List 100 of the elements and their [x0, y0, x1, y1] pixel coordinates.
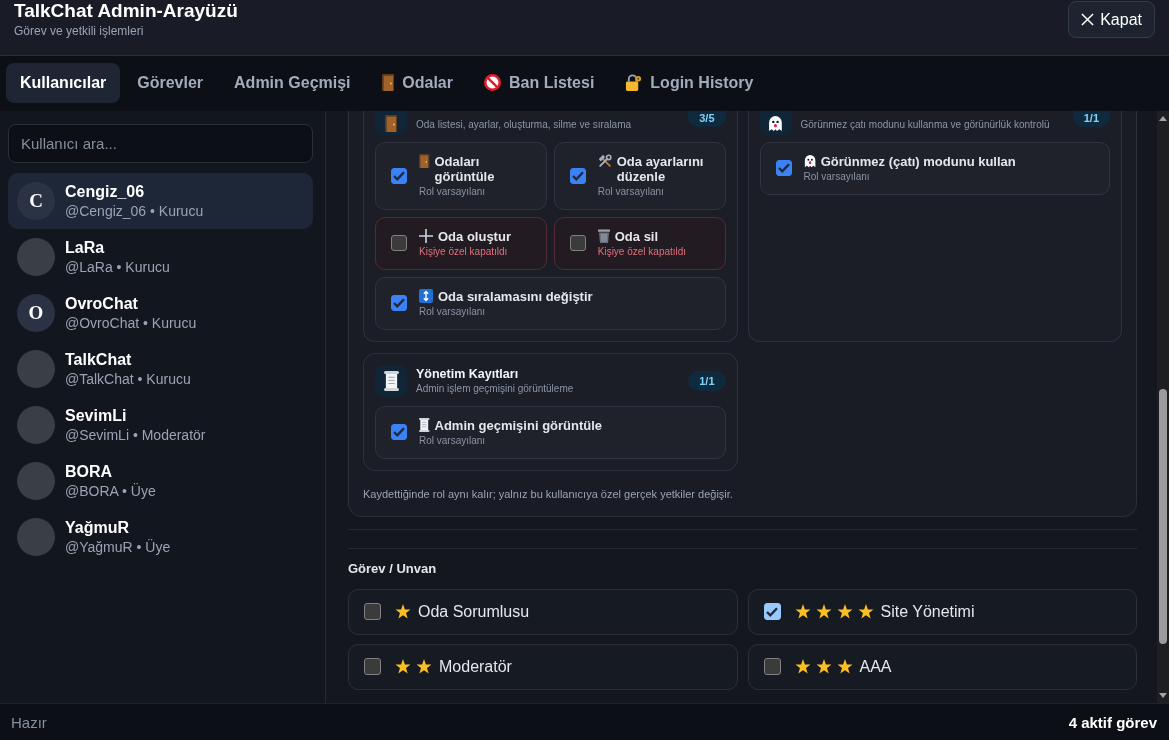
checkbox[interactable] — [391, 235, 407, 252]
tab[interactable]: Login History — [611, 62, 768, 103]
user-item[interactable]: TalkChat @TalkChat • Kurucu — [8, 340, 313, 397]
avatar-photo — [17, 461, 55, 500]
star-icon — [794, 604, 811, 620]
avatar-photo — [17, 349, 55, 388]
window-title: TalkChat Admin-Arayüzü — [14, 1, 238, 21]
checkbox[interactable] — [763, 603, 781, 621]
permission-name: Oda ayarlarını düzenle — [616, 153, 705, 184]
permission-source: Rol varsayılanı — [419, 434, 487, 447]
avatar-photo — [17, 405, 55, 444]
tab[interactable]: Görevler — [123, 62, 218, 103]
user-handle: @LaRa • Kurucu — [65, 258, 170, 276]
role-name: AAA — [859, 657, 892, 677]
ghost-icon — [803, 154, 816, 169]
user-handle: @OvroChat • Kurucu — [65, 314, 197, 332]
permission-name: Admin geçmişini görüntüle — [434, 417, 603, 433]
tools-icon — [597, 154, 612, 169]
checkbox[interactable] — [775, 160, 792, 177]
scroll-down-icon[interactable] — [1159, 693, 1167, 699]
user-item[interactable]: YağmuR @YağmuR • Üye — [8, 508, 313, 565]
permission-name: Oda oluştur — [438, 228, 511, 244]
checkbox[interactable] — [569, 167, 586, 184]
user-handle: @BORA • Üye — [65, 482, 156, 500]
permission-name: Oda sıralamasını değiştir — [438, 288, 593, 304]
user-item[interactable]: BORA @BORA • Üye — [8, 452, 313, 509]
scrollbar-thumb[interactable] — [1159, 389, 1167, 645]
footnote-text: Kaydettiğinde rol aynı kalır; yalnız bu kullanıcıya özel gerçek yetkiler değişir. — [363, 487, 734, 500]
plus-icon — [419, 229, 433, 244]
count-badge: 1/1 — [688, 370, 726, 391]
user-item[interactable]: C Cengiz_06 @Cengiz_06 • Kurucu — [8, 172, 313, 229]
close-button[interactable]: Kapat — [1068, 1, 1155, 38]
door-icon — [381, 74, 395, 92]
tick-icon — [393, 427, 405, 438]
section-heading: Görev / Unvan — [348, 561, 438, 576]
role-name: Oda Sorumlusu — [418, 602, 530, 622]
user-item[interactable]: LaRa @LaRa • Kurucu — [8, 228, 313, 285]
star-icon — [416, 659, 432, 675]
tick-icon — [393, 170, 405, 181]
door-icon — [375, 110, 407, 135]
scroll-icon — [419, 418, 430, 433]
checkbox[interactable] — [391, 295, 407, 312]
door-icon — [419, 154, 430, 169]
star-icon — [857, 604, 874, 620]
tab[interactable]: Odalar — [367, 62, 467, 103]
checkbox[interactable] — [569, 235, 586, 252]
padlock-icon — [625, 74, 643, 92]
group-description: Görünmez çatı modunu kullanma ve görünürlük kontrolü — [800, 117, 1051, 131]
user-item[interactable]: O OvroChat @OvroChat • Kurucu — [8, 284, 313, 341]
tick-icon — [777, 163, 790, 174]
user-name: YağmuR — [65, 517, 130, 537]
avatar-photo — [17, 237, 55, 276]
tick-icon — [766, 606, 778, 617]
star-icon — [395, 604, 411, 620]
user-name: OvroChat — [65, 293, 139, 313]
avatar-photo — [17, 517, 55, 556]
star-icon — [815, 604, 832, 620]
permission-name: Odaları görüntüle — [434, 153, 496, 184]
avatar: C — [17, 181, 55, 220]
tick-icon — [571, 170, 584, 181]
permission-source: Kişiye özel kapatıldı — [597, 245, 687, 258]
window-subtitle: Görev ve yetkili işlemleri — [14, 24, 145, 39]
tab[interactable]: Admin Geçmişi — [220, 62, 365, 103]
star-icon — [836, 604, 853, 620]
permission-source: Rol varsayılanı — [597, 185, 665, 198]
star-icon — [836, 659, 853, 675]
checkbox[interactable] — [391, 167, 407, 184]
user-item[interactable]: SevimLi @SevimLi • Moderatör — [8, 396, 313, 453]
prohibited-icon — [484, 74, 501, 92]
checkbox[interactable] — [763, 658, 781, 676]
user-handle: @TalkChat • Kurucu — [65, 370, 191, 388]
scroll-up-icon[interactable] — [1159, 115, 1167, 121]
avatar: O — [17, 293, 55, 332]
tab[interactable]: Kullanıcılar — [6, 62, 121, 103]
status-text: Hazır — [11, 713, 47, 731]
role-name: Site Yönetimi — [880, 602, 975, 622]
user-name: BORA — [65, 461, 114, 481]
permission-source: Rol varsayılanı — [419, 305, 487, 318]
star-icon — [395, 659, 411, 675]
tab[interactable]: Ban Listesi — [470, 62, 609, 103]
role-name: Moderatör — [439, 657, 512, 677]
group-title: Yönetim Kayıtları — [416, 366, 520, 382]
checkbox[interactable] — [364, 658, 381, 676]
group-description: Admin işlem geçmişini görüntüleme — [416, 381, 575, 395]
checkbox[interactable] — [391, 424, 407, 441]
user-name: SevimLi — [65, 405, 128, 425]
permission-name: Görünmez (çatı) modunu kullan — [820, 153, 1016, 169]
close-icon — [1081, 13, 1095, 26]
star-icon — [815, 659, 832, 675]
user-handle: @Cengiz_06 • Kurucu — [65, 202, 204, 220]
user-name: TalkChat — [65, 349, 133, 369]
checkbox[interactable] — [364, 603, 381, 621]
permission-name: Oda sil — [614, 228, 659, 244]
user-name: Cengiz_06 — [65, 181, 146, 201]
permission-source: Kişiye özel kapatıldı — [419, 245, 509, 258]
permission-source: Rol varsayılanı — [419, 185, 487, 198]
user-name: LaRa — [65, 237, 106, 257]
search-field[interactable]: Kullanıcı ara... — [8, 123, 313, 163]
user-handle: @SevimLi • Moderatör — [65, 426, 206, 444]
trash-icon — [597, 229, 610, 244]
